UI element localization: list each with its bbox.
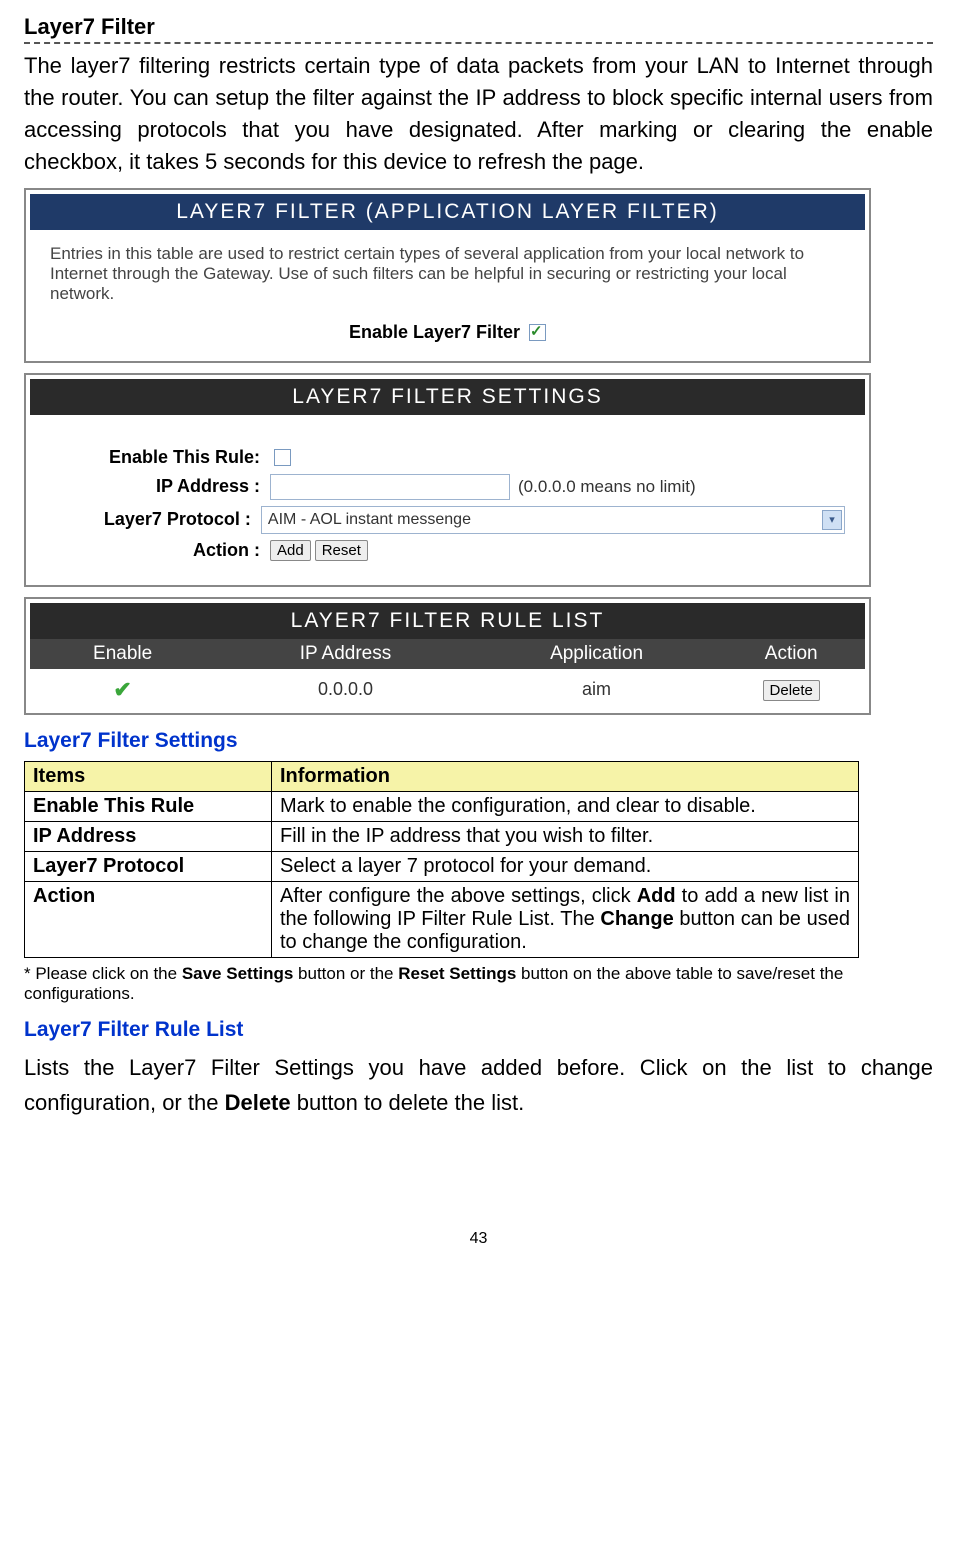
add-button[interactable]: Add: [270, 540, 311, 561]
layer7-protocol-select[interactable]: AIM - AOL instant messenge ▾: [261, 506, 845, 534]
info-cell: Mark to enable the configuration, and cl…: [272, 791, 859, 821]
th-items: Items: [25, 761, 272, 791]
info-cell: After configure the above settings, clic…: [272, 881, 859, 957]
check-icon: ✔: [113, 677, 131, 702]
table-row: Action After configure the above setting…: [25, 881, 859, 957]
page-number: 43: [24, 1230, 933, 1248]
col-application: Application: [476, 639, 718, 669]
item-cell: Layer7 Protocol: [25, 851, 272, 881]
rule-list-header: Enable IP Address Application Action: [30, 639, 865, 669]
col-enable: Enable: [30, 639, 215, 669]
row-ip: 0.0.0.0: [215, 675, 475, 704]
ip-hint: (0.0.0.0 means no limit): [518, 477, 696, 497]
enable-layer7-checkbox[interactable]: [529, 324, 546, 341]
settings-table: Items Information Enable This Rule Mark …: [24, 761, 859, 958]
item-cell: Action: [25, 881, 272, 957]
th-information: Information: [272, 761, 859, 791]
panel-header: LAYER7 FILTER (APPLICATION LAYER FILTER): [30, 194, 865, 230]
table-row: Layer7 Protocol Select a layer 7 protoco…: [25, 851, 859, 881]
info-cell: Select a layer 7 protocol for your deman…: [272, 851, 859, 881]
enable-rule-checkbox[interactable]: [274, 449, 291, 466]
col-ip: IP Address: [215, 639, 475, 669]
panel-layer7-settings: LAYER7 FILTER SETTINGS Enable This Rule:…: [24, 373, 871, 587]
row-app: aim: [476, 675, 718, 704]
action-label: Action :: [50, 540, 270, 561]
panel-header: LAYER7 FILTER SETTINGS: [30, 379, 865, 415]
panel-rule-list: LAYER7 FILTER RULE LIST Enable IP Addres…: [24, 597, 871, 715]
reset-button[interactable]: Reset: [315, 540, 368, 561]
info-cell: Fill in the IP address that you wish to …: [272, 821, 859, 851]
table-row[interactable]: ✔ 0.0.0.0 aim Delete: [30, 669, 865, 711]
col-action: Action: [717, 639, 865, 669]
subhead-rulelist: Layer7 Filter Rule List: [24, 1018, 933, 1042]
ip-address-label: IP Address :: [50, 476, 270, 497]
footnote: * Please click on the Save Settings butt…: [24, 964, 859, 1004]
panel-header: LAYER7 FILTER RULE LIST: [30, 603, 865, 639]
item-cell: IP Address: [25, 821, 272, 851]
item-cell: Enable This Rule: [25, 791, 272, 821]
chevron-down-icon: ▾: [822, 510, 842, 530]
panel-description: Entries in this table are used to restri…: [50, 244, 845, 304]
subhead-settings: Layer7 Filter Settings: [24, 729, 933, 753]
rulelist-paragraph: Lists the Layer7 Filter Settings you hav…: [24, 1050, 933, 1120]
delete-button[interactable]: Delete: [763, 680, 820, 701]
intro-paragraph: The layer7 filtering restricts certain t…: [24, 50, 933, 178]
select-value: AIM - AOL instant messenge: [268, 511, 471, 529]
enable-layer7-label: Enable Layer7 Filter: [349, 322, 520, 342]
enable-rule-label: Enable This Rule:: [50, 447, 270, 468]
table-row: Enable This Rule Mark to enable the conf…: [25, 791, 859, 821]
ip-address-input[interactable]: [270, 474, 510, 500]
page-title: Layer7 Filter: [24, 14, 933, 44]
table-row: IP Address Fill in the IP address that y…: [25, 821, 859, 851]
layer7-protocol-label: Layer7 Protocol :: [50, 509, 261, 530]
panel-layer7-filter: LAYER7 FILTER (APPLICATION LAYER FILTER)…: [24, 188, 871, 363]
